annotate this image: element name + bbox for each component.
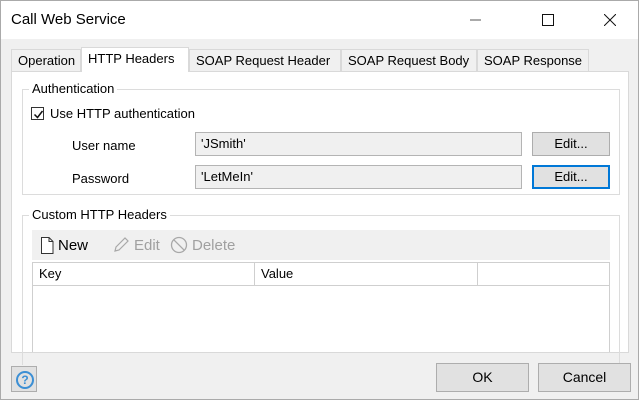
dialog-window: Call Web Service Operation HTTP Headers … [0,0,639,400]
delete-header-button[interactable]: Delete [170,235,235,255]
tab-http-headers[interactable]: HTTP Headers [81,47,189,72]
username-field[interactable]: 'JSmith' [195,132,522,156]
tab-soap-request-header[interactable]: SOAP Request Header [189,49,341,71]
minimize-button[interactable] [453,1,499,39]
document-icon [41,236,54,254]
password-edit-button[interactable]: Edit... [532,165,610,189]
table-header-row: Key Value [33,263,609,286]
edit-header-button[interactable]: Edit [112,235,160,255]
delete-header-label: Delete [192,236,236,254]
checkmark-icon [33,110,44,119]
minimize-icon [470,19,481,21]
no-entry-icon [170,236,188,254]
headers-toolbar: New Edit Delete [32,230,610,260]
tab-panel-http-headers: Authentication Use HTTP authentication U… [11,71,629,365]
authentication-legend: Authentication [29,81,118,96]
column-header-filler [478,263,609,286]
window-title: Call Web Service [11,11,126,28]
use-auth-checkbox[interactable] [31,107,44,120]
help-button[interactable]: ? [11,366,37,392]
password-label: Password [72,171,130,186]
username-edit-button[interactable]: Edit... [532,132,610,156]
title-bar: Call Web Service [1,1,638,39]
ok-button[interactable]: OK [436,363,529,392]
close-button[interactable] [587,1,633,39]
custom-headers-legend: Custom HTTP Headers [29,207,170,222]
use-auth-label[interactable]: Use HTTP authentication [50,106,195,121]
column-header-value[interactable]: Value [255,263,478,286]
cancel-button[interactable]: Cancel [538,363,631,392]
username-label: User name [72,138,136,153]
headers-table[interactable]: Key Value [32,262,610,352]
pencil-icon [114,237,129,252]
close-icon [604,14,616,26]
maximize-icon [542,14,554,26]
tab-operation[interactable]: Operation [11,49,81,71]
password-field[interactable]: 'LetMeIn' [195,165,522,189]
tab-soap-response[interactable]: SOAP Response [477,49,589,71]
edit-header-label: Edit [134,236,160,254]
tab-soap-request-body[interactable]: SOAP Request Body [341,49,477,71]
new-header-button[interactable]: New [40,235,88,255]
maximize-button[interactable] [525,1,571,39]
new-header-label: New [58,236,89,254]
column-header-key[interactable]: Key [33,263,255,286]
help-icon: ? [16,371,34,389]
